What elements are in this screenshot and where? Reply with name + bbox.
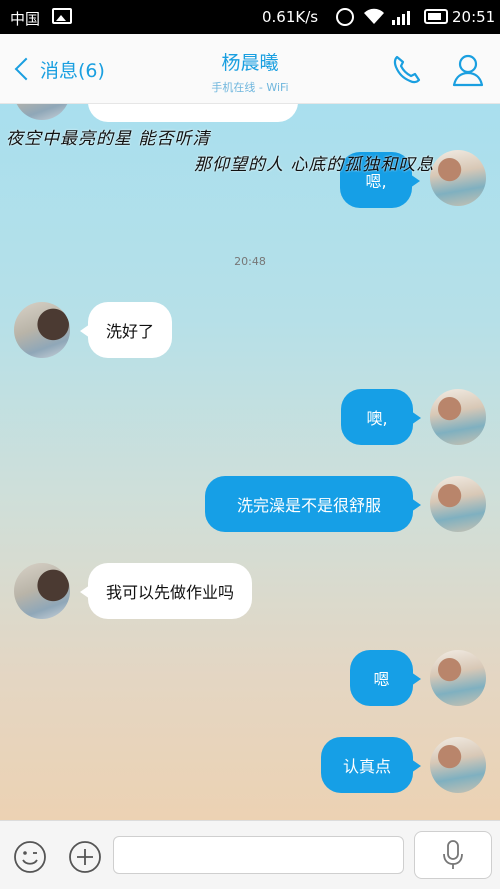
message-bubble-outgoing[interactable]: 洗完澡是不是很舒服 [205,476,421,532]
message-bubble-outgoing[interactable]: 认真点 [321,737,421,793]
add-icon[interactable] [67,839,103,875]
back-chevron-icon [14,57,38,81]
mic-icon [443,840,463,869]
back-button[interactable]: 消息(6) [12,52,105,86]
message-timestamp: 20:48 [234,255,266,268]
message-input[interactable] [113,836,404,874]
my-avatar[interactable] [430,389,486,445]
my-avatar[interactable] [430,650,486,706]
message-text: 洗完澡是不是很舒服 [236,496,381,515]
battery-icon [424,9,448,24]
lyric-line: 夜空中最亮的星 能否听清 [6,129,211,149]
message-bubble-incoming[interactable]: 洗好了 [79,302,173,358]
message-text: 噢, [366,409,388,428]
phone-icon[interactable] [388,52,424,88]
emoji-icon[interactable] [12,839,48,875]
carrier-label: 中国 [10,10,41,28]
input-bar [0,820,500,889]
my-avatar[interactable] [430,150,486,206]
chat-header: 消息(6) 杨晨曦 手机在线 - WiFi [0,34,500,104]
image-icon [52,8,72,24]
lyric-line: 那仰望的人 心底的孤独和叹息 [194,155,435,175]
message-bubble-outgoing[interactable]: 嗯 [350,650,421,706]
message-text: 嗯 [373,670,390,689]
contact-avatar[interactable] [14,104,70,120]
my-avatar[interactable] [430,737,486,793]
network-speed: 0.61K/s [262,8,319,26]
message-text: 我可以先做作业吗 [106,583,235,602]
signal-icon [392,11,410,25]
message-bubble-incoming[interactable] [88,104,298,122]
message-text: 认真点 [342,757,391,776]
contact-status: 手机在线 - WiFi [211,81,289,94]
clock: 20:51 [452,8,496,26]
alarm-icon [336,8,354,26]
chat-area[interactable]: 夜空中最亮的星 能否听清 嗯, 那仰望的人 心底的孤独和叹息 20:48 洗好了… [0,104,500,820]
chat-title[interactable]: 杨晨曦 手机在线 - WiFi [150,48,350,95]
contact-avatar[interactable] [14,302,70,358]
message-bubble-incoming[interactable]: 我可以先做作业吗 [79,563,253,619]
message-text: 洗好了 [106,322,155,341]
voice-button[interactable] [414,831,492,879]
message-bubble-outgoing[interactable]: 噢, [341,389,421,445]
contact-icon[interactable] [450,52,486,88]
status-bar: 中国 0.61K/s 20:51 [0,0,500,34]
my-avatar[interactable] [430,476,486,532]
contact-avatar[interactable] [14,563,70,619]
back-label: 消息(6) [40,59,105,82]
wifi-icon [364,8,384,24]
contact-name: 杨晨曦 [221,52,279,74]
